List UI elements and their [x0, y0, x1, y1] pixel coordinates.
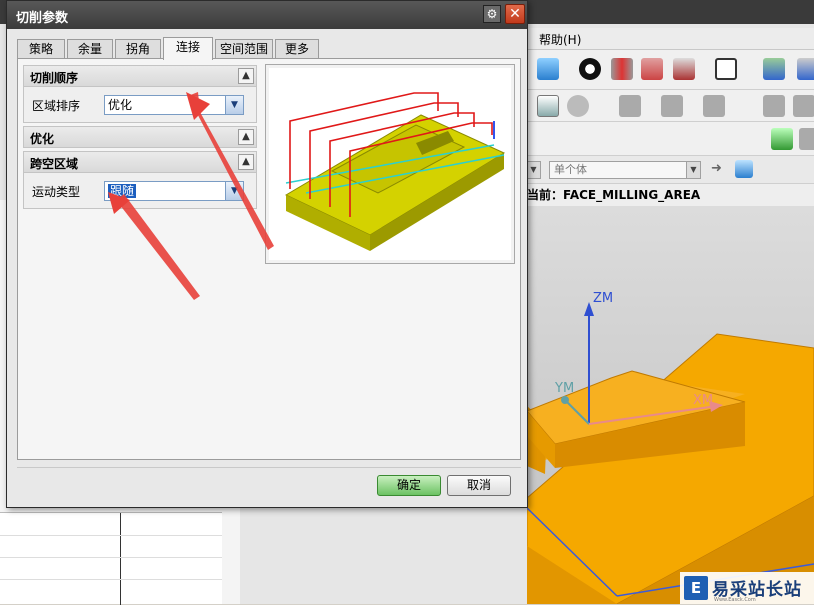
region-sort-label: 区域排序 — [32, 99, 81, 113]
divider — [17, 467, 521, 468]
group-cross-region-title: 跨空区域 — [30, 157, 79, 171]
verify-icon[interactable] — [771, 128, 793, 150]
arrow-right-icon[interactable]: ➜ — [711, 161, 722, 176]
toolbar-row-2 — [527, 90, 814, 122]
part-model-graphic: ZM YM XM — [527, 291, 814, 604]
collapse-caret-icon[interactable]: ▲ — [238, 68, 254, 84]
operation-icon-1[interactable] — [619, 95, 641, 117]
ok-button[interactable]: 确定 — [377, 475, 441, 496]
collapse-caret-icon[interactable]: ▲ — [238, 129, 254, 145]
tab-strategy[interactable]: 策略 — [17, 39, 65, 59]
tab-connections[interactable]: 连接 — [163, 37, 213, 60]
connection-preview-image — [265, 64, 515, 264]
report-icon[interactable] — [537, 95, 559, 117]
clip-plane-icon[interactable] — [673, 58, 695, 80]
region-sort-value: 优化 — [108, 98, 133, 112]
wireframe-box-icon[interactable] — [641, 58, 663, 80]
tab-corners[interactable]: 拐角 — [115, 39, 161, 59]
toolbar-row-1 — [527, 50, 814, 90]
group-optimize-header[interactable]: 优化 ▲ — [23, 126, 257, 148]
group-optimize-title: 优化 — [30, 132, 55, 146]
operation-icon-5[interactable] — [793, 95, 814, 117]
left-grid — [0, 512, 222, 605]
zm-label: ZM — [593, 291, 613, 306]
current-operation-status: 当前：FACE_MILLING_AREA — [527, 184, 814, 206]
operation-icon-4[interactable] — [763, 95, 785, 117]
orient-axis-icon[interactable] — [763, 58, 785, 80]
dialog-title: 切削参数 — [16, 11, 69, 26]
menu-bar: 帮助(H) — [527, 28, 814, 50]
motion-type-value: 跟随 — [108, 184, 137, 198]
scope-combo-value: 单个体 — [554, 163, 587, 176]
verify-icon-2[interactable] — [799, 128, 814, 150]
select-body-icon[interactable] — [735, 160, 753, 178]
toolbar-row-3 — [527, 122, 814, 156]
motion-type-label: 运动类型 — [32, 185, 81, 199]
watermark-logo: E — [684, 576, 708, 600]
tab-stock[interactable]: 余量 — [67, 39, 113, 59]
chevron-down-icon[interactable]: ▼ — [225, 96, 243, 114]
tool-path-icon[interactable] — [567, 95, 589, 117]
section-red-icon[interactable] — [611, 58, 633, 80]
chevron-down-icon[interactable]: ▼ — [225, 182, 243, 200]
orient-view-icon[interactable] — [797, 58, 814, 80]
settings-gear-icon[interactable]: ⚙ — [483, 5, 501, 23]
tab-containment[interactable]: 空间范围 — [215, 39, 273, 59]
operation-icon-3[interactable] — [703, 95, 725, 117]
background-color-icon[interactable] — [715, 58, 737, 80]
scope-combo[interactable]: 单个体 ▼ — [549, 161, 701, 179]
render-style-icon[interactable] — [579, 58, 601, 80]
cutting-parameters-dialog: 切削参数 ⚙ ✕ 策略 余量 拐角 连接 空间范围 更多 切削顺序 ▲ 区域排序… — [6, 0, 528, 508]
close-icon[interactable]: ✕ — [505, 4, 525, 24]
xm-label: XM — [693, 393, 713, 408]
collapse-caret-icon[interactable]: ▲ — [238, 154, 254, 170]
group-cut-order-body: 区域排序 优化 ▼ — [23, 87, 257, 123]
motion-type-select[interactable]: 跟随 ▼ — [104, 181, 244, 201]
group-cut-order-header[interactable]: 切削顺序 ▲ — [23, 65, 257, 87]
graphics-viewport[interactable]: ZM YM XM — [527, 206, 814, 604]
group-cross-region-header[interactable]: 跨空区域 ▲ — [23, 151, 257, 173]
menu-help[interactable]: 帮助(H) — [539, 31, 581, 48]
toolpath-preview-graphic — [284, 92, 506, 251]
operation-icon-2[interactable] — [661, 95, 683, 117]
group-cross-region-body: 运动类型 跟随 ▼ — [23, 173, 257, 209]
group-cut-order-title: 切削顺序 — [30, 71, 79, 85]
tab-more[interactable]: 更多 — [275, 39, 319, 59]
cube-view-icon[interactable] — [537, 58, 559, 80]
region-sort-select[interactable]: 优化 ▼ — [104, 95, 244, 115]
ym-label: YM — [554, 381, 574, 396]
selection-bar: ▼ 单个体 ▼ ➜ — [525, 156, 814, 184]
watermark-subtext: Www.Easck.Com — [714, 597, 756, 603]
dialog-titlebar[interactable]: 切削参数 ⚙ ✕ — [7, 1, 527, 29]
cancel-button[interactable]: 取消 — [447, 475, 511, 496]
watermark: E 易采站长站 Www.Easck.Com — [680, 572, 814, 604]
